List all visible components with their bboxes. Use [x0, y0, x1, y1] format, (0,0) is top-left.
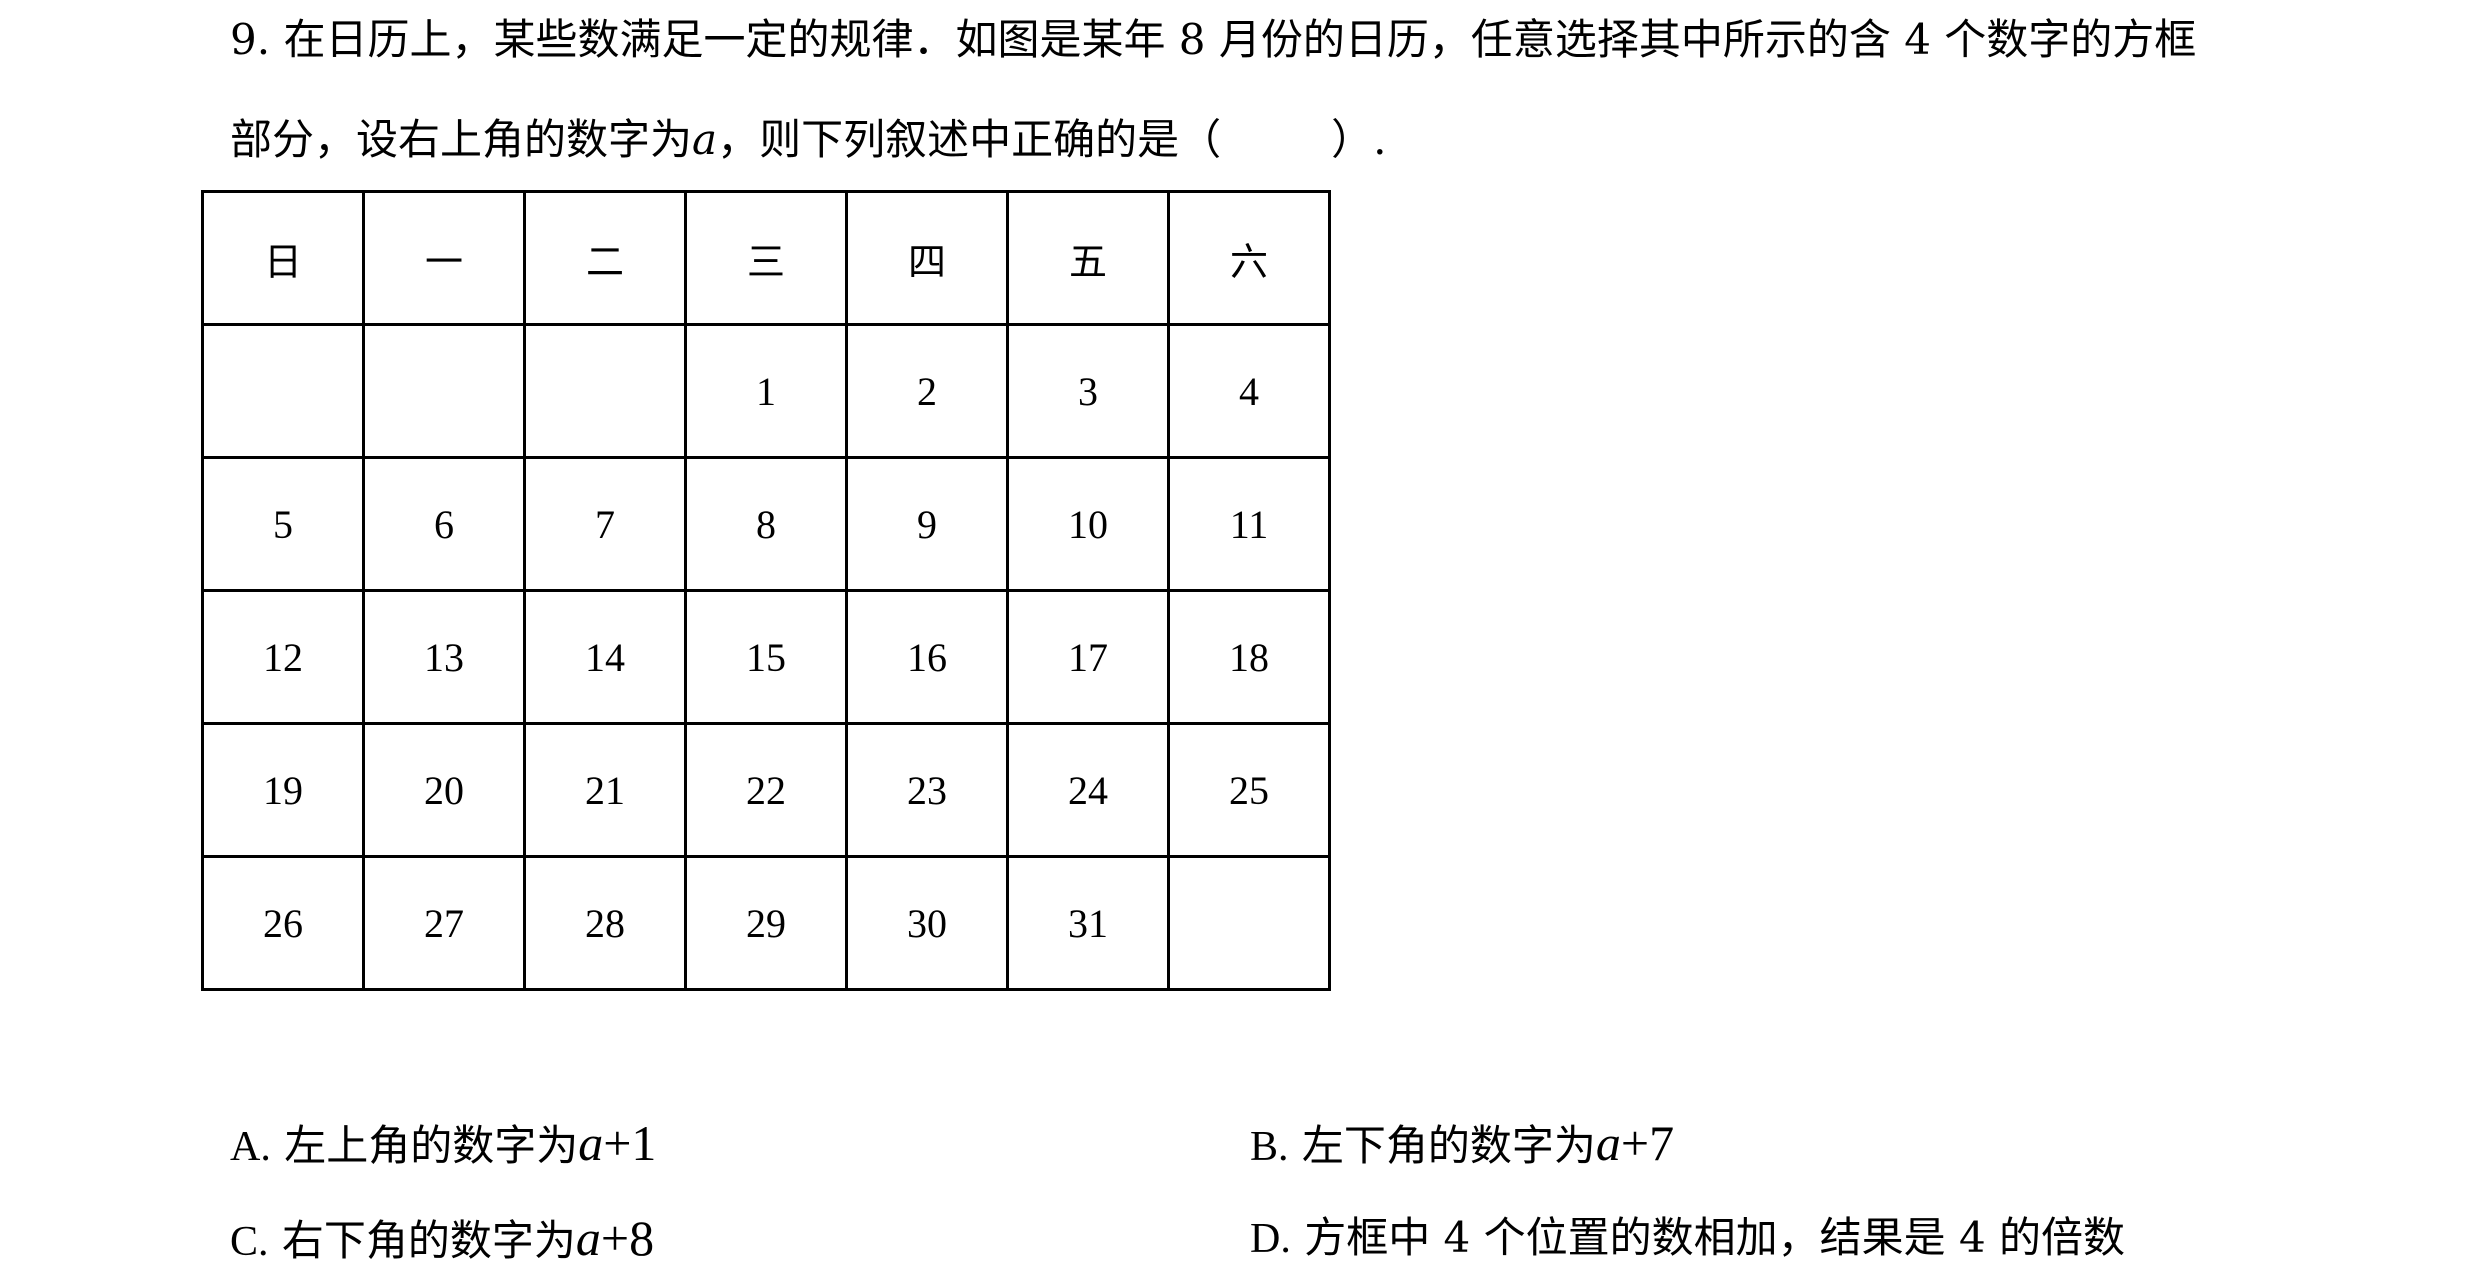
weekday-header: 四: [845, 190, 1009, 326]
calendar-day-cell: 8: [684, 456, 848, 592]
option-a-var: a: [578, 1115, 604, 1171]
calendar-empty-cell: [201, 323, 365, 459]
option-c-text: 右下角的数字为: [281, 1216, 576, 1265]
calendar-week-row: 5 6 7 8 9 10 11: [201, 456, 1331, 592]
option-c-expression: a+8: [576, 1210, 654, 1266]
option-d-text: 方框中 4 个位置的数相加，结果是 4 的倍数: [1304, 1213, 2126, 1262]
calendar-day-cell: 12: [201, 589, 365, 725]
option-c[interactable]: C. 右下角的数字为a+8: [230, 1210, 654, 1270]
weekday-header: 日: [201, 190, 365, 326]
weekday-header: 三: [684, 190, 848, 326]
question-line-1: 9. 在日历上，某些数满足一定的规律．如图是某年 8 月份的日历，任意选择其中所…: [230, 12, 2196, 68]
calendar-day-cell: 5: [201, 456, 365, 592]
calendar-day-cell: 2: [845, 323, 1009, 459]
question-text-line-1: 在日历上，某些数满足一定的规律．如图是某年 8 月份的日历，任意选择其中所示的含…: [283, 15, 2197, 64]
calendar-day-cell: 11: [1167, 456, 1331, 592]
calendar-week-row: 1234: [201, 323, 1331, 459]
calendar-day-cell: 4: [1167, 323, 1331, 459]
calendar-day-cell: 14: [523, 589, 687, 725]
calendar-week-row: 12 13 14 15 16 17 18: [201, 589, 1331, 725]
calendar-week-row: 19 20 21 22 23 24 25: [201, 722, 1331, 858]
option-a-text: 左上角的数字为: [284, 1121, 579, 1170]
option-b-var: a: [1595, 1115, 1621, 1171]
calendar-day-cell: 26: [201, 855, 365, 991]
weekday-header: 六: [1167, 190, 1331, 326]
calendar-day-cell: 20: [362, 722, 526, 858]
option-a-offset: +1: [603, 1115, 657, 1171]
option-b[interactable]: B. 左下角的数字为a+7: [1250, 1115, 1674, 1175]
calendar-day-cell: 29: [684, 855, 848, 991]
calendar-day-cell: 7: [523, 456, 687, 592]
question-line-2: 部分，设右上角的数字为a，则下列叙述中正确的是（ ）.: [230, 112, 1386, 168]
option-b-letter: B.: [1250, 1124, 1289, 1170]
calendar-day-cell: 3: [1006, 323, 1170, 459]
calendar-day-cell: 13: [362, 589, 526, 725]
option-b-text: 左下角的数字为: [1301, 1121, 1596, 1170]
option-d-letter: D.: [1250, 1216, 1291, 1262]
option-c-letter: C.: [230, 1219, 269, 1265]
calendar-day-cell: 21: [523, 722, 687, 858]
calendar-day-cell: 25: [1167, 722, 1331, 858]
calendar-header-row: 日一二三四五六: [201, 190, 1331, 326]
calendar-day-cell: 18: [1167, 589, 1331, 725]
calendar-day-cell: 24: [1006, 722, 1170, 858]
calendar-day-cell: 17: [1006, 589, 1170, 725]
calendar-empty-cell: [362, 323, 526, 459]
option-d[interactable]: D. 方框中 4 个位置的数相加，结果是 4 的倍数: [1250, 1210, 2125, 1267]
calendar-day-cell: 6: [362, 456, 526, 592]
calendar-day-cell: 22: [684, 722, 848, 858]
calendar-day-cell: 15: [684, 589, 848, 725]
option-a-expression: a+1: [578, 1115, 656, 1171]
calendar-table: 日一二三四五六 1 2 3 4 5 6 7 8 9 10 11 12 13 14 15 16 17 18 19 20 21…: [201, 190, 1331, 991]
question-close-paren: ）.: [1331, 115, 1387, 164]
calendar-day-cell: 10: [1006, 456, 1170, 592]
calendar-day-cell: 19: [201, 722, 365, 858]
option-a-letter: A.: [230, 1124, 271, 1170]
question-text-line-2-end: ，则下列叙述中正确的是（: [717, 115, 1222, 164]
question-text-line-2-start: 部分，设右上角的数字为: [230, 115, 693, 164]
weekday-header: 二: [523, 190, 687, 326]
calendar-day-cell: 9: [845, 456, 1009, 592]
calendar-day-cell: 23: [845, 722, 1009, 858]
calendar-day-cell: 16: [845, 589, 1009, 725]
calendar-day-cell: 30: [845, 855, 1009, 991]
calendar-day-cell: 27: [362, 855, 526, 991]
option-b-expression: a+7: [1596, 1115, 1674, 1171]
calendar-empty-cell: [523, 323, 687, 459]
variable-a: a: [692, 115, 718, 164]
option-a[interactable]: A. 左上角的数字为a+1: [230, 1115, 656, 1175]
weekday-header: 一: [362, 190, 526, 326]
option-b-offset: +7: [1620, 1115, 1675, 1171]
calendar-day-cell: 31: [1006, 855, 1170, 991]
option-c-var: a: [575, 1210, 601, 1266]
question-number: 9.: [230, 15, 271, 64]
calendar-day-cell: 1: [684, 323, 848, 459]
weekday-header: 五: [1006, 190, 1170, 326]
calendar-empty-cell: [1167, 855, 1331, 991]
calendar-week-row: 26 27 28 29 30 31: [201, 855, 1331, 991]
option-c-offset: +8: [600, 1210, 655, 1266]
calendar-day-cell: 28: [523, 855, 687, 991]
